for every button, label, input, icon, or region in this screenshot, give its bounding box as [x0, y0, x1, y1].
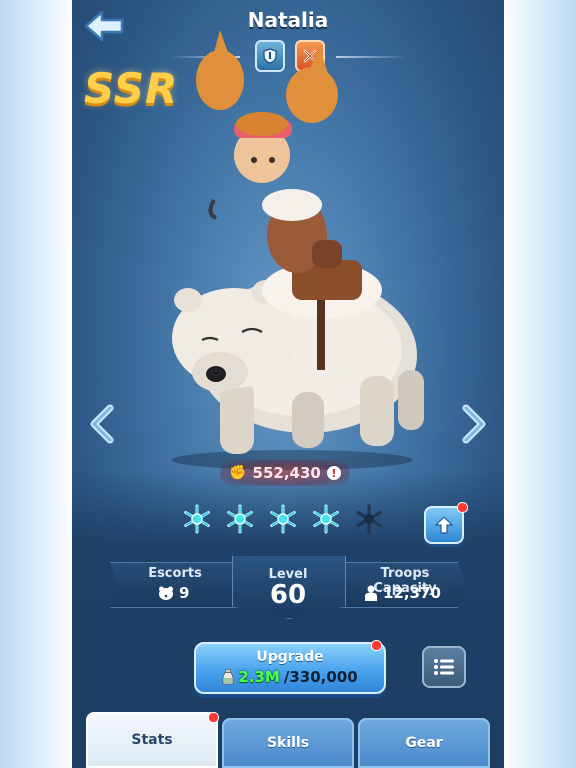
troops-capacity-value-group[interactable]: 12,370	[364, 584, 441, 602]
upgrade-button-label: Upgrade	[256, 649, 324, 665]
tab-label: Gear	[405, 735, 443, 751]
list-icon	[434, 659, 454, 675]
ice-frame-right	[504, 0, 576, 768]
upgrade-button[interactable]: Upgrade 2.3M/330,000	[194, 642, 386, 694]
tab-stats[interactable]: Stats	[86, 712, 218, 768]
upgrade-have-amount: 2.3M	[238, 668, 280, 686]
bear-head-icon	[159, 586, 173, 600]
promote-notification-dot	[457, 502, 468, 513]
hero-illustration	[172, 30, 424, 470]
upgrade-need-amount: /330,000	[283, 668, 358, 686]
hero-panel: Natalia SSR ✊ 552,430 ! Escorts 9 Level …	[72, 0, 504, 768]
alert-icon[interactable]: !	[326, 466, 341, 480]
tab-skills[interactable]: Skills	[222, 718, 354, 768]
power-value: 552,430	[252, 464, 321, 482]
ice-frame-left	[0, 0, 72, 768]
hero-list-button[interactable]	[422, 646, 466, 688]
fist-icon: ✊	[229, 465, 247, 481]
previous-hero-arrow-icon[interactable]	[88, 404, 118, 444]
tab-label: Skills	[266, 735, 310, 751]
next-hero-arrow-icon[interactable]	[458, 404, 488, 444]
snowflake-star-icon	[270, 504, 296, 534]
exp-bottle-icon	[222, 669, 234, 685]
upgrade-notification-dot	[371, 640, 382, 651]
detail-tabs: Stats Skills Gear	[86, 712, 490, 768]
escorts-value: 9	[179, 584, 190, 602]
tab-gear[interactable]: Gear	[358, 718, 490, 768]
escorts-value-group[interactable]: 9	[158, 584, 189, 602]
snowflake-star-icon	[227, 504, 253, 534]
snowflake-star-empty-icon	[356, 504, 382, 534]
level-value: 60	[269, 580, 307, 610]
up-arrow-icon	[435, 516, 453, 534]
escorts-label: Escorts	[148, 566, 202, 581]
star-rating	[182, 504, 384, 534]
upgrade-cost: 2.3M/330,000	[196, 668, 384, 686]
snowflake-star-icon	[184, 504, 210, 534]
stats-tab-notification-dot	[208, 712, 219, 723]
troops-capacity-value: 12,370	[383, 584, 441, 602]
soldier-icon	[365, 585, 377, 601]
tab-label: Stats	[131, 732, 173, 748]
hero-power[interactable]: ✊ 552,430 !	[220, 460, 350, 486]
snowflake-star-icon	[313, 504, 339, 534]
